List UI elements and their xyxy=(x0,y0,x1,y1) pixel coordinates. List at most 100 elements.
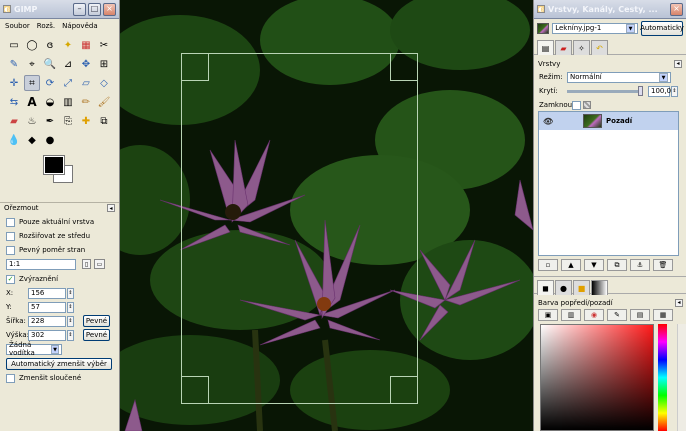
fuzzy-select-icon[interactable]: ✦ xyxy=(60,37,76,53)
scrollbar[interactable] xyxy=(677,324,686,431)
move-icon[interactable]: ✥ xyxy=(78,56,94,72)
tab-gradients[interactable] xyxy=(591,280,608,295)
clone-icon[interactable]: ⎘ xyxy=(60,113,76,129)
x-spin-icon[interactable]: ⇕ xyxy=(67,287,74,299)
y-spin-icon[interactable]: ⇕ xyxy=(67,301,74,313)
scissors-icon[interactable]: ✂ xyxy=(96,37,112,53)
auto-button[interactable]: Automaticky xyxy=(640,20,684,36)
tab-undo[interactable]: ↶ xyxy=(591,40,608,55)
portrait-icon[interactable]: ▯ xyxy=(82,259,91,269)
option-highlight[interactable]: ✓ Zvýraznění xyxy=(0,272,119,286)
blur-icon[interactable]: ◆ xyxy=(24,132,40,148)
tab-brushes[interactable]: ● xyxy=(555,280,572,295)
zoom-icon[interactable]: 🔍 xyxy=(42,56,58,72)
ellipse-select-icon[interactable]: ◯ xyxy=(24,37,40,53)
blend-icon[interactable]: ▥ xyxy=(60,94,76,110)
ratio-input[interactable]: 1:1 xyxy=(6,258,76,270)
lasso-icon[interactable]: ɞ xyxy=(42,37,58,53)
tab-paths[interactable]: ✧ xyxy=(573,40,590,55)
flip-icon[interactable]: ⇆ xyxy=(6,94,22,110)
wheel-icon[interactable]: ◉ xyxy=(584,309,604,321)
raise-layer-icon[interactable]: ▲ xyxy=(561,259,581,271)
minimize-button[interactable]: – xyxy=(73,2,86,16)
crop-handle-top-left[interactable] xyxy=(181,53,209,81)
new-layer-icon[interactable]: ▫ xyxy=(538,259,558,271)
fixed-height-button[interactable]: Pevné xyxy=(83,329,110,341)
shear-icon[interactable]: ▱ xyxy=(78,75,94,91)
lower-layer-icon[interactable]: ▼ xyxy=(584,259,604,271)
crop-rectangle[interactable] xyxy=(181,53,418,404)
y-input[interactable]: 57 xyxy=(28,301,66,313)
maximize-button[interactable]: □ xyxy=(88,2,101,16)
dodge-burn-icon[interactable]: ● xyxy=(42,132,58,148)
height-spin-icon[interactable]: ⇕ xyxy=(67,329,74,341)
option-shrink-merged[interactable]: Zmenšit sloučené xyxy=(0,371,119,385)
scale-icon[interactable]: ⤢ xyxy=(60,75,76,91)
perspective-icon[interactable]: ◇ xyxy=(96,75,112,91)
gimp-selector-icon[interactable]: ▣ xyxy=(538,309,558,321)
image-canvas[interactable] xyxy=(120,0,533,431)
checkbox-icon[interactable] xyxy=(6,245,15,255)
rect-select-icon[interactable]: ▭ xyxy=(6,37,22,53)
slider-handle[interactable] xyxy=(638,86,643,96)
text-icon[interactable]: A xyxy=(24,94,40,110)
option-from-center[interactable]: Rozšiřovat ze středu xyxy=(0,229,119,243)
pencil-icon[interactable]: ✏ xyxy=(78,94,94,110)
crop-handle-bottom-left[interactable] xyxy=(181,376,209,404)
tab-fg-bg[interactable]: ◼ xyxy=(537,280,554,295)
checkbox-icon[interactable] xyxy=(6,373,15,383)
tab-patterns[interactable]: ■ xyxy=(573,280,590,295)
close-button[interactable]: × xyxy=(103,2,116,16)
color-swatches[interactable] xyxy=(42,152,119,202)
panel-menu-icon[interactable]: ◂ xyxy=(675,298,683,307)
checkbox-checked-icon[interactable]: ✓ xyxy=(6,274,15,284)
option-current-layer[interactable]: Pouze aktuální vrstva xyxy=(0,215,119,229)
delete-layer-icon[interactable]: 🗑 xyxy=(653,259,673,271)
perspective-clone-icon[interactable]: ⧉ xyxy=(96,113,112,129)
fixed-width-button[interactable]: Pevné xyxy=(83,315,110,327)
menu-extensions[interactable]: Rozš. xyxy=(37,22,55,30)
opacity-spin-icon[interactable]: ⇕ xyxy=(671,85,678,97)
mode-select[interactable]: Normální ▼ xyxy=(567,71,671,83)
anchor-layer-icon[interactable]: ⚓ xyxy=(630,259,650,271)
align-icon[interactable]: ⊞ xyxy=(96,56,112,72)
ink-icon[interactable]: ✒ xyxy=(42,113,58,129)
foreground-color-swatch[interactable] xyxy=(43,155,65,175)
image-select[interactable]: Lekníny.jpg-1 ▼ xyxy=(552,22,638,34)
duplicate-layer-icon[interactable]: ⧉ xyxy=(607,259,627,271)
layer-row[interactable]: 👁 Pozadí xyxy=(539,112,678,130)
tab-layers[interactable]: ▤ xyxy=(537,40,554,55)
option-fixed-ratio[interactable]: Pevný poměr stran xyxy=(0,243,119,257)
eye-icon[interactable]: 👁 xyxy=(543,117,553,126)
hue-strip[interactable] xyxy=(658,324,667,431)
heal-icon[interactable]: ✚ xyxy=(78,113,94,129)
menu-help[interactable]: Nápověda xyxy=(62,22,97,30)
color-picker-icon[interactable]: ⌖ xyxy=(24,56,40,72)
width-input[interactable]: 228 xyxy=(28,315,66,327)
scales-icon[interactable]: ▤ xyxy=(630,309,650,321)
guides-select[interactable]: Žádná vodítka ▼ xyxy=(6,341,62,357)
measure-icon[interactable]: ⊿ xyxy=(60,56,76,72)
crop-handle-top-right[interactable] xyxy=(390,53,418,81)
x-input[interactable]: 156 xyxy=(28,287,66,299)
tab-channels[interactable]: ▰ xyxy=(555,40,572,55)
checkbox-icon[interactable] xyxy=(6,217,15,227)
panel-menu-icon[interactable]: ◂ xyxy=(107,204,115,212)
crop-icon[interactable]: ⌗ xyxy=(24,75,40,91)
rotate-icon[interactable]: ⟳ xyxy=(42,75,58,91)
lock-pixels-checkbox[interactable] xyxy=(572,100,581,110)
airbrush-icon[interactable]: ♨ xyxy=(24,113,40,129)
paths-icon[interactable]: ✎ xyxy=(6,56,22,72)
checkbox-icon[interactable] xyxy=(6,231,15,241)
color-select-icon[interactable]: ▦ xyxy=(78,37,94,53)
close-button[interactable]: × xyxy=(670,2,683,16)
smudge-icon[interactable]: 💧 xyxy=(6,132,22,148)
transform-icon[interactable]: ✛ xyxy=(6,75,22,91)
landscape-icon[interactable]: ▭ xyxy=(94,259,105,269)
height-input[interactable]: 302 xyxy=(28,329,66,341)
panel-menu-icon[interactable]: ◂ xyxy=(674,59,682,68)
paintbrush-icon[interactable]: 🖌 xyxy=(96,94,112,110)
eraser-icon[interactable]: ▰ xyxy=(6,113,22,129)
cmyk-icon[interactable]: ▥ xyxy=(561,309,581,321)
opacity-input[interactable]: 100,0 xyxy=(648,85,671,97)
